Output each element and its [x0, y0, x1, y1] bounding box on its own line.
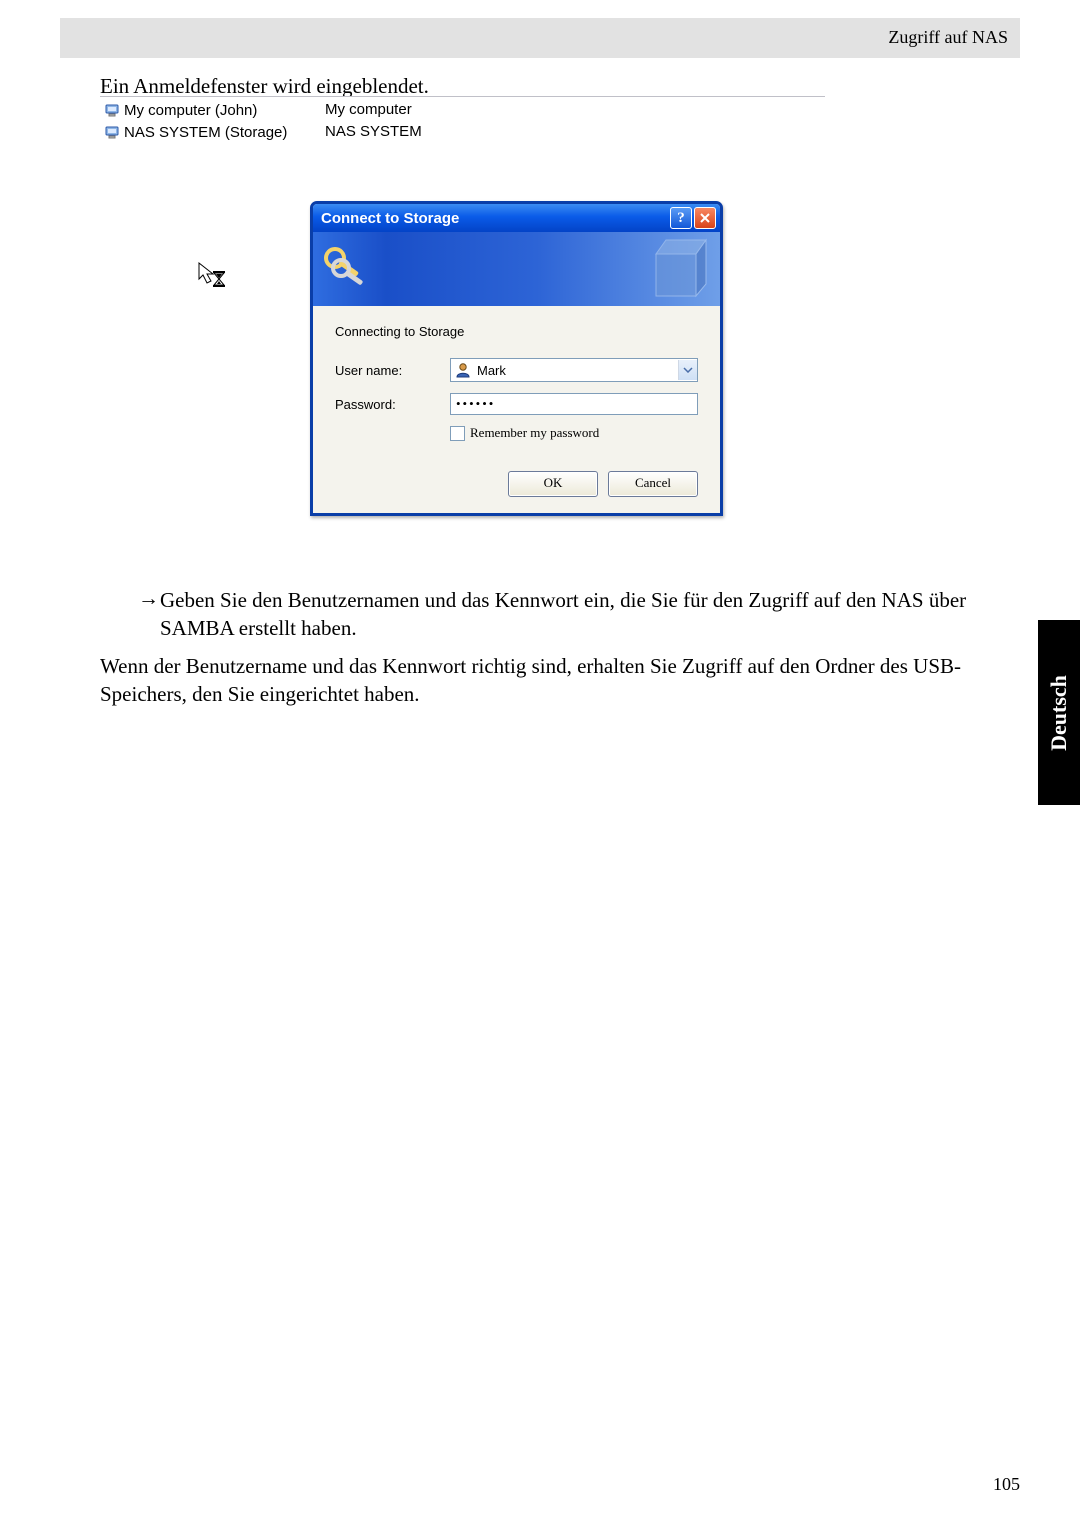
- ok-button[interactable]: OK: [508, 471, 598, 497]
- instruction-paragraph-2: Wenn der Benutzername und das Kennwort r…: [100, 652, 975, 709]
- password-input[interactable]: [450, 393, 698, 415]
- chevron-down-icon[interactable]: [678, 360, 697, 380]
- page-header-title: Zugriff auf NAS: [888, 27, 1008, 48]
- remember-checkbox[interactable]: [450, 426, 465, 441]
- page-header-bar: Zugriff auf NAS: [60, 18, 1020, 58]
- page-number: 105: [993, 1474, 1020, 1495]
- tree-item-label: My computer (John): [124, 102, 257, 119]
- computer-icon: [104, 102, 120, 118]
- remember-label: Remember my password: [470, 425, 599, 441]
- language-label: Deutsch: [1046, 675, 1072, 751]
- detail-my-computer: My computer: [325, 99, 422, 121]
- username-value: Mark: [477, 363, 678, 378]
- user-icon: [455, 362, 471, 378]
- dialog-title: Connect to Storage: [321, 210, 668, 227]
- connect-dialog: Connect to Storage ?: [310, 201, 723, 516]
- manual-page: Zugriff auf NAS Ein Anmeldefenster wird …: [0, 0, 1080, 1535]
- cancel-button[interactable]: Cancel: [608, 471, 698, 497]
- connecting-text: Connecting to Storage: [335, 324, 698, 339]
- password-label: Password:: [335, 397, 450, 412]
- tree-item-my-computer[interactable]: My computer (John): [102, 99, 322, 121]
- computer-icon: [104, 124, 120, 140]
- detail-nas: NAS SYSTEM: [325, 121, 422, 143]
- language-tab: Deutsch: [1038, 620, 1080, 805]
- tree-item-label: NAS SYSTEM (Storage): [124, 124, 287, 141]
- username-combo[interactable]: Mark: [450, 358, 698, 382]
- tree-item-nas[interactable]: NAS SYSTEM (Storage): [102, 121, 322, 143]
- username-label: User name:: [335, 363, 450, 378]
- server-art-icon: [648, 236, 714, 302]
- arrow-bullet: →: [138, 586, 159, 611]
- dialog-titlebar[interactable]: Connect to Storage ?: [313, 204, 720, 232]
- busy-cursor-icon: [197, 261, 227, 291]
- screenshot-area: My computer (John) NAS SYSTEM (Storage) …: [100, 96, 825, 565]
- dialog-banner: [313, 232, 720, 306]
- details-column: My computer NAS SYSTEM: [325, 99, 422, 143]
- help-button[interactable]: ?: [670, 207, 692, 229]
- keys-icon: [319, 240, 375, 296]
- instruction-paragraph-1: Geben Sie den Benutzernamen und das Kenn…: [160, 586, 975, 643]
- dialog-body: Connecting to Storage User name: Mark: [313, 306, 720, 513]
- network-tree: My computer (John) NAS SYSTEM (Storage): [102, 99, 322, 143]
- close-button[interactable]: [694, 207, 716, 229]
